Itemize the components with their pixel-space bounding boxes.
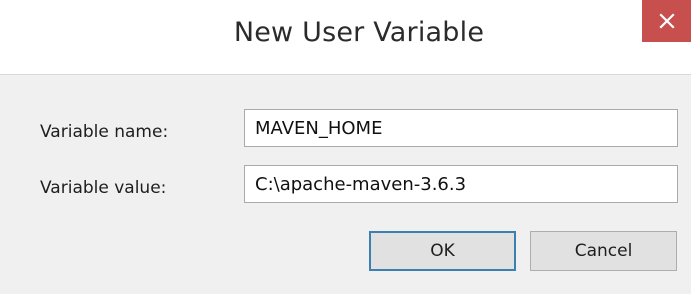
ok-button[interactable]: OK: [369, 231, 516, 271]
dialog-body: Variable name: Variable value: OK Cancel: [0, 74, 691, 294]
variable-name-label: Variable name:: [40, 122, 169, 142]
close-button[interactable]: [642, 0, 691, 42]
variable-name-input[interactable]: [244, 109, 678, 147]
new-user-variable-dialog: New User Variable Variable name: Variabl…: [0, 0, 691, 294]
title-bar[interactable]: New User Variable: [0, 0, 691, 74]
dialog-title: New User Variable: [233, 17, 485, 48]
variable-value-label: Variable value:: [40, 178, 167, 198]
variable-value-input[interactable]: [244, 165, 678, 203]
cancel-button[interactable]: Cancel: [530, 231, 677, 271]
close-icon: [658, 13, 675, 29]
